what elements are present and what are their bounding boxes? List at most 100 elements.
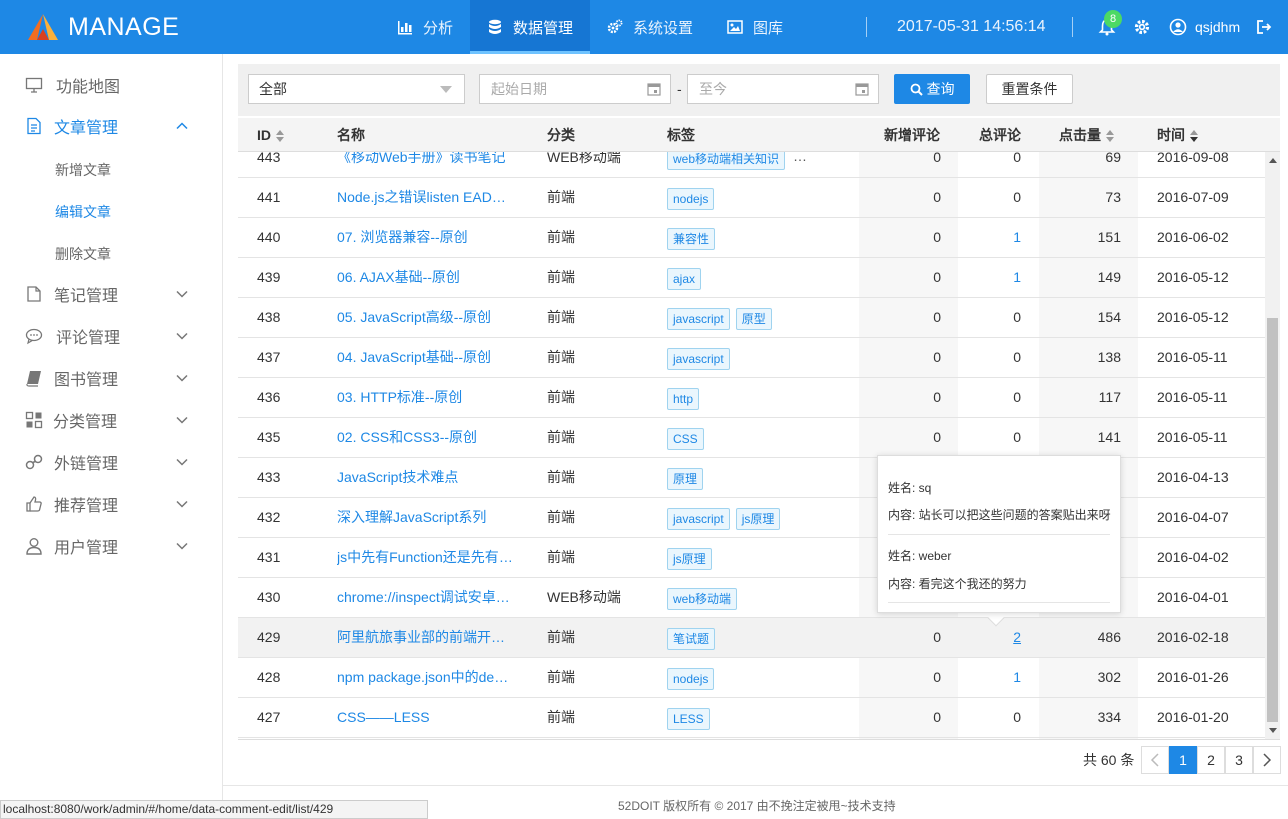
reset-button[interactable]: 重置条件 (986, 74, 1073, 104)
database-icon (489, 19, 502, 34)
sidebar-item-book-management[interactable]: 图书管理 (0, 357, 222, 399)
nav-label: 图库 (753, 19, 784, 37)
user-circle-icon[interactable] (1169, 18, 1187, 36)
table-row[interactable]: 438 05. JavaScript高级--原创 前端 javascript 原型 0 0 1… (238, 298, 1265, 338)
cell-total-comments[interactable]: 2 (959, 618, 1021, 657)
bar-chart-icon (398, 21, 412, 35)
sidebar-item-article-management[interactable]: 文章管理 (0, 105, 222, 147)
cell-category: 前端 (547, 269, 575, 285)
th-id[interactable]: ID (257, 118, 284, 152)
comment-icon (25, 328, 43, 345)
sidebar-sub-new-article[interactable]: 新增文章 (55, 160, 111, 180)
nav-label: 分析 (423, 19, 454, 37)
sidebar-item-note-management[interactable]: 笔记管理 (0, 273, 222, 315)
page-button-1[interactable]: 1 (1169, 746, 1197, 774)
sidebar-item-label: 图书管理 (54, 372, 119, 389)
query-button[interactable]: 查询 (894, 74, 970, 104)
cell-time: 2016-02-18 (1157, 629, 1229, 645)
cell-total-comments: 0 (1013, 309, 1021, 325)
sidebar-item-user-management[interactable]: 用户管理 (0, 525, 222, 567)
category-select[interactable]: 全部 (248, 74, 465, 104)
table-row[interactable]: 427 CSS——LESS 前端 LESS 0 0 334 2016-01-20 (238, 698, 1265, 738)
logout-icon[interactable] (1255, 18, 1273, 36)
cell-clicks: 141 (1097, 429, 1121, 445)
username[interactable]: qsjdhm (1195, 0, 1240, 54)
sidebar-item-function-map[interactable]: 功能地图 (0, 64, 222, 106)
tag: CSS (667, 428, 704, 450)
th-clicks[interactable]: 点击量 (1059, 118, 1114, 152)
gear-icon[interactable] (1133, 18, 1151, 36)
th-name: 名称 (337, 127, 365, 143)
th-label: ID (257, 127, 271, 143)
cell-tags: nodejs (667, 188, 720, 210)
header-divider (866, 17, 867, 37)
caret-down-icon (440, 86, 452, 93)
table-row[interactable]: 437 04. JavaScript基础--原创 前端 javascript 0 0 138… (238, 338, 1265, 378)
cell-title-link[interactable]: 深入理解JavaScript系列 (337, 498, 513, 537)
chevron-left-icon (1150, 753, 1159, 767)
table-row[interactable]: 436 03. HTTP标准--原创 前端 http 0 0 117 2016-05-11 (238, 378, 1265, 418)
cell-total-comments[interactable]: 1 (959, 218, 1021, 257)
cell-new-comments: 0 (933, 429, 941, 445)
cell-title-link[interactable]: chrome://inspect调试安卓手机 (337, 578, 513, 617)
sidebar-item-recommend-management[interactable]: 推荐管理 (0, 483, 222, 525)
cell-tags: javascript 原型 (667, 308, 778, 330)
table-header: ID 名称 分类 标签 新增评论 总评论 点击量 时间 (238, 118, 1280, 152)
cell-title-link[interactable]: CSS——LESS (337, 698, 513, 737)
cell-title-link[interactable]: 02. CSS和CSS3--原创 (337, 418, 513, 457)
cell-total-comments[interactable]: 1 (959, 258, 1021, 297)
cell-title-link[interactable]: Node.js之错误listen EADDRINUSE (337, 178, 513, 217)
cell-title-link[interactable]: JavaScript技术难点 (337, 458, 513, 497)
page-next-button[interactable] (1253, 746, 1281, 774)
cell-id: 437 (257, 349, 281, 365)
sidebar-sub-delete-article[interactable]: 删除文章 (55, 244, 111, 264)
th-label: 时间 (1157, 127, 1185, 143)
nav-system-settings[interactable]: 系统设置 (590, 0, 710, 54)
chevron-down-icon (176, 416, 188, 424)
table-row[interactable]: 439 06. AJAX基础--原创 前端 ajax 0 1 149 2016-05-12 (238, 258, 1265, 298)
cell-title-link[interactable]: 04. JavaScript基础--原创 (337, 338, 513, 377)
table-row[interactable]: 428 npm package.json中的dependencies 前端 nodej… (238, 658, 1265, 698)
category-icon (25, 411, 43, 429)
nav-data-management[interactable]: 数据管理 (470, 0, 591, 54)
nav-gallery[interactable]: 图库 (710, 0, 800, 54)
th-time[interactable]: 时间 (1157, 118, 1198, 152)
cell-title-link[interactable]: 05. JavaScript高级--原创 (337, 298, 513, 337)
scroll-up-arrow-icon[interactable] (1269, 158, 1277, 163)
cell-clicks: 149 (1097, 269, 1121, 285)
table-row[interactable]: 440 07. 浏览器兼容--原创 前端 兼容性 0 1 151 2016-06-02 (238, 218, 1265, 258)
page-button-3[interactable]: 3 (1225, 746, 1253, 774)
cell-total-comments[interactable]: 1 (959, 658, 1021, 697)
cell-id: 431 (257, 549, 281, 565)
cell-title-link[interactable]: 阿里航旅事业部的前端开发面试 (337, 618, 513, 657)
table-row[interactable]: 435 02. CSS和CSS3--原创 前端 CSS 0 0 141 2016-05-11 (238, 418, 1265, 458)
logo[interactable]: MANAGE (26, 10, 179, 44)
cell-category: 前端 (547, 509, 575, 525)
sidebar-item-link-management[interactable]: 外链管理 (0, 441, 222, 483)
table-scrollbar[interactable] (1265, 152, 1280, 739)
sidebar-item-category-management[interactable]: 分类管理 (0, 399, 222, 441)
query-button-label: 查询 (926, 81, 955, 97)
tag: web移动端 (667, 588, 738, 610)
cell-title-link[interactable]: js中先有Function还是先有Object (337, 538, 513, 577)
sidebar-sub-edit-article[interactable]: 编辑文章 (55, 202, 111, 222)
sidebar-item-comment-management[interactable]: 评论管理 (0, 315, 222, 357)
cell-title-link[interactable]: npm package.json中的dependencies (337, 658, 513, 697)
scroll-down-arrow-icon[interactable] (1269, 728, 1277, 733)
sort-desc-icon (1190, 130, 1198, 143)
popover-comment-content: 内容: 站长可以把这些问题的答案贴出来呀 (888, 508, 1111, 522)
page-button-2[interactable]: 2 (1197, 746, 1225, 774)
chevron-down-icon (176, 374, 188, 382)
start-date-input[interactable]: 起始日期 (479, 74, 671, 104)
calendar-icon (647, 83, 661, 96)
scrollbar-thumb[interactable] (1267, 318, 1278, 722)
popover-separator (888, 602, 1110, 603)
cell-title-link[interactable]: 06. AJAX基础--原创 (337, 258, 513, 297)
table-row[interactable]: 429 阿里航旅事业部的前端开发面试 前端 笔试题 0 2 486 2016-02-18 (238, 618, 1265, 658)
nav-analysis[interactable]: 分析 (380, 0, 470, 54)
cell-title-link[interactable]: 07. 浏览器兼容--原创 (337, 218, 513, 257)
table-row[interactable]: 441 Node.js之错误listen EADDRINUSE 前端 nodejs 0 0… (238, 178, 1265, 218)
cell-title-link[interactable]: 03. HTTP标准--原创 (337, 378, 513, 417)
end-date-input[interactable]: 至今 (687, 74, 879, 104)
page-prev-button[interactable] (1141, 746, 1169, 774)
